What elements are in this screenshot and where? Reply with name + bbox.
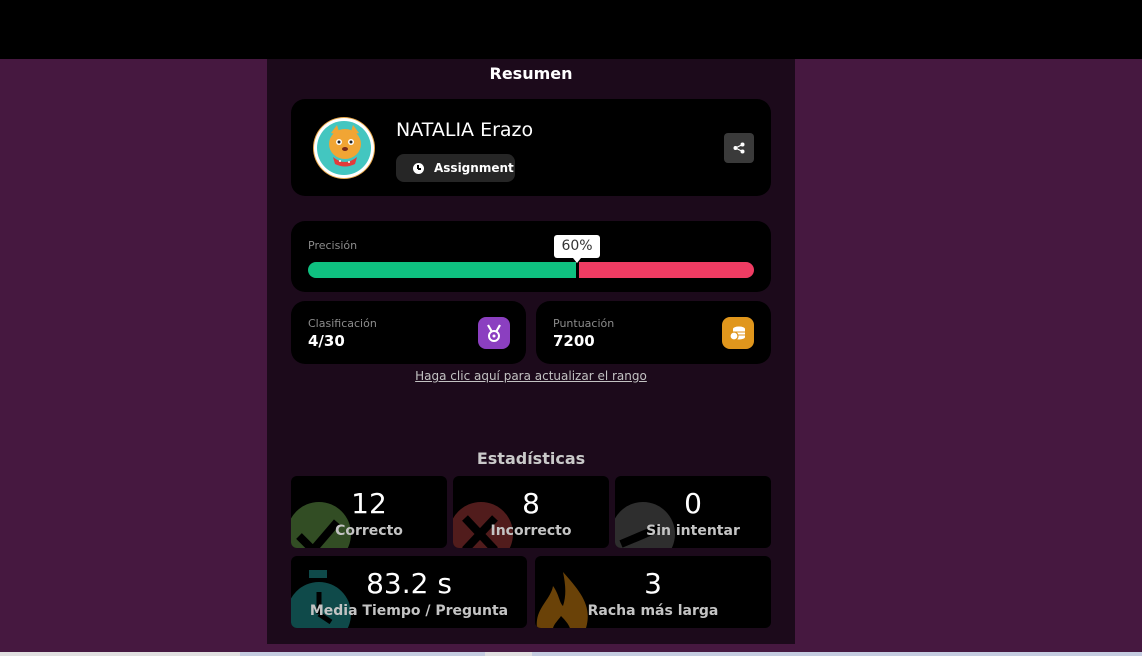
stat-unattempted: 0 Sin intentar bbox=[615, 476, 771, 548]
coins-icon bbox=[722, 317, 754, 349]
accuracy-card: Precisión 60% bbox=[291, 221, 771, 292]
rank-value: 4/30 bbox=[308, 332, 345, 350]
stat-incorrect-label: Incorrecto bbox=[490, 523, 572, 539]
stat-avg-time-label: Media Tiempo / Pregunta bbox=[309, 603, 509, 619]
rank-card: Clasificación 4/30 bbox=[291, 301, 526, 364]
score-label: Puntuación bbox=[553, 317, 615, 330]
rank-label: Clasificación bbox=[308, 317, 377, 330]
stat-streak: 3 Racha más larga bbox=[535, 556, 771, 628]
stat-correct: 12 Correcto bbox=[291, 476, 447, 548]
summary-title: Resumen bbox=[489, 64, 573, 83]
stats-title: Estadísticas bbox=[476, 449, 586, 468]
summary-panel: Resumen NATALIA Erazo Assignment Precisi… bbox=[267, 59, 795, 644]
clock-icon bbox=[413, 162, 424, 174]
stat-correct-label: Correcto bbox=[335, 523, 403, 539]
stat-streak-value: 3 bbox=[644, 567, 662, 600]
accuracy-label: Precisión bbox=[308, 239, 358, 252]
stat-avg-time-value: 83.2 s bbox=[366, 567, 452, 600]
stat-incorrect: 8 Incorrecto bbox=[453, 476, 609, 548]
bottom-strip bbox=[0, 652, 1142, 656]
score-value: 7200 bbox=[553, 332, 595, 350]
top-black-bar bbox=[0, 0, 1142, 59]
stat-correct-value: 12 bbox=[351, 487, 387, 520]
stat-unattempted-label: Sin intentar bbox=[646, 523, 740, 539]
accuracy-incorrect-bar bbox=[579, 262, 754, 278]
share-icon bbox=[733, 142, 745, 154]
stat-avg-time: 83.2 s Media Tiempo / Pregunta bbox=[291, 556, 527, 628]
accuracy-correct-bar bbox=[308, 262, 576, 278]
score-card: Puntuación 7200 bbox=[536, 301, 771, 364]
stat-streak-label: Racha más larga bbox=[587, 603, 719, 619]
accuracy-percent-tooltip: 60% bbox=[554, 235, 600, 263]
avatar-image bbox=[314, 118, 374, 178]
stat-unattempted-value: 0 bbox=[684, 487, 702, 520]
mode-label: Assignment bbox=[434, 161, 514, 175]
medal-icon bbox=[478, 317, 510, 349]
update-rank-link[interactable]: Haga clic aquí para actualizar el rango bbox=[267, 369, 795, 383]
avatar bbox=[313, 117, 375, 179]
share-button[interactable] bbox=[724, 133, 754, 163]
player-card: NATALIA Erazo Assignment bbox=[291, 99, 771, 196]
mode-badge: Assignment bbox=[396, 154, 515, 182]
stat-incorrect-value: 8 bbox=[522, 487, 540, 520]
player-name: NATALIA Erazo bbox=[396, 119, 534, 141]
